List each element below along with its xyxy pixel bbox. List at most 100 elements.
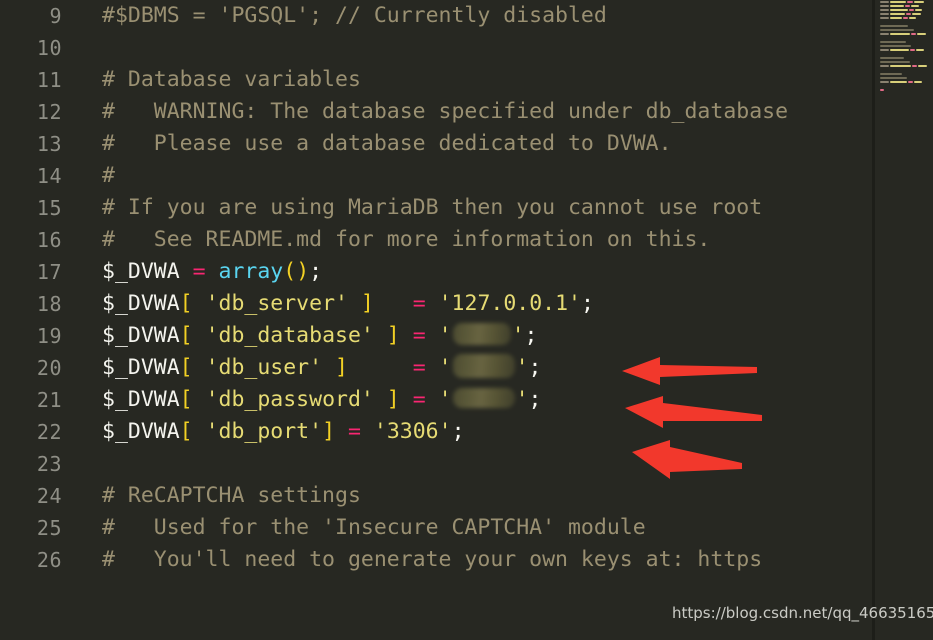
code-token: ]: [322, 419, 336, 444]
code-token: #: [102, 163, 115, 188]
minimap-segment: [915, 8, 922, 12]
code-token: =: [412, 291, 426, 316]
line-number: 26: [36, 548, 62, 572]
code-line-text: # If you are using MariaDB then you cann…: [102, 192, 762, 224]
code-lines-container[interactable]: 9 #$DBMS = 'PGSQL'; // Currently disabled…: [0, 0, 872, 576]
code-line-text: $_DVWA[ 'db_port'] = '3306';: [102, 416, 465, 448]
line-number: 18: [36, 292, 62, 316]
code-token: =: [412, 355, 426, 380]
code-line[interactable]: 18 $_DVWA[ 'db_server' ] = '127.0.0.1';: [0, 288, 872, 320]
minimap-segment: [890, 16, 902, 20]
code-token: =: [412, 323, 426, 348]
code-line[interactable]: 23: [0, 448, 872, 480]
minimap-segment: [911, 4, 919, 8]
minimap-segment: [890, 4, 904, 8]
code-line[interactable]: 15 # If you are using MariaDB then you ca…: [0, 192, 872, 224]
code-token: =: [412, 387, 426, 412]
code-token: $_DVWA: [102, 259, 193, 284]
code-line[interactable]: 13 # Please use a database dedicated to D…: [0, 128, 872, 160]
minimap-segment: [890, 32, 910, 36]
line-number: 12: [36, 100, 62, 124]
code-line[interactable]: 16 # See README.md for more information o…: [0, 224, 872, 256]
line-number: 13: [36, 132, 62, 156]
code-token: 'db_database': [192, 323, 387, 348]
code-editor-screenshot: 9 #$DBMS = 'PGSQL'; // Currently disabled…: [0, 0, 933, 640]
code-token: array: [218, 259, 284, 284]
code-line-text: # Used for the 'Insecure CAPTCHA' module: [102, 512, 646, 544]
code-line[interactable]: 20 $_DVWA[ 'db_user' ] = ' ';: [0, 352, 872, 384]
code-token: $_DVWA: [102, 387, 180, 412]
csdn-blog-watermark: https://blog.csdn.net/qq_46635165: [672, 604, 933, 622]
minimap-segment: [880, 76, 907, 80]
minimap-segment: [911, 32, 916, 36]
minimap-segment: [914, 80, 922, 84]
line-number: 9: [49, 4, 62, 28]
code-line-text: # WARNING: The database specified under …: [102, 96, 788, 128]
code-line[interactable]: 10: [0, 32, 872, 64]
minimap-segment: [880, 44, 911, 48]
code-token: ;: [528, 355, 542, 380]
code-line[interactable]: 24 # ReCAPTCHA settings: [0, 480, 872, 512]
code-line[interactable]: 14 #: [0, 160, 872, 192]
code-token: ': [438, 387, 452, 412]
minimap-segment: [880, 60, 910, 64]
line-number: 21: [36, 388, 62, 412]
redacted-value: [452, 323, 511, 345]
code-line[interactable]: 17 $_DVWA = array();: [0, 256, 872, 288]
code-token: ': [515, 387, 529, 412]
editor-pane[interactable]: 9 #$DBMS = 'PGSQL'; // Currently disabled…: [0, 0, 872, 640]
code-token: =: [347, 419, 361, 444]
code-line-text: $_DVWA[ 'db_database' ] = ' ';: [102, 320, 537, 352]
minimap-segment: [880, 40, 906, 44]
code-line[interactable]: 26 # You'll need to generate your own key…: [0, 544, 872, 576]
code-token: ': [515, 355, 529, 380]
minimap-segment: [880, 56, 904, 60]
code-token: $_DVWA: [102, 291, 180, 316]
minimap-segment: [890, 8, 908, 12]
minimap-segment: [880, 80, 889, 84]
minimap-segment: [909, 8, 914, 12]
minimap-segment: [890, 48, 909, 52]
code-line-text: # Database variables: [102, 64, 361, 96]
code-line[interactable]: 21 $_DVWA[ 'db_password' ] = ' ';: [0, 384, 872, 416]
code-token: ': [511, 323, 525, 348]
line-number: 16: [36, 228, 62, 252]
code-token: =: [192, 259, 206, 284]
minimap-segment: [880, 4, 889, 8]
code-line[interactable]: 9 #$DBMS = 'PGSQL'; // Currently disabled: [0, 0, 872, 32]
minimap-segment: [880, 32, 889, 36]
code-token: ;: [451, 419, 465, 444]
code-token: $_DVWA: [102, 323, 180, 348]
minimap-segment: [903, 16, 908, 20]
code-token: [: [179, 387, 193, 412]
code-line-text: $_DVWA = array();: [102, 256, 322, 288]
code-line-text: # You'll need to generate your own keys …: [102, 544, 762, 576]
code-line[interactable]: 19 $_DVWA[ 'db_database' ] = ' ';: [0, 320, 872, 352]
minimap-segment: [914, 0, 924, 4]
code-line[interactable]: 25 # Used for the 'Insecure CAPTCHA' modu…: [0, 512, 872, 544]
line-number: 15: [36, 196, 62, 220]
editor-minimap[interactable]: [872, 0, 933, 640]
code-token: # Used for the 'Insecure CAPTCHA' module: [102, 515, 646, 540]
code-line-text: #$DBMS = 'PGSQL'; // Currently disabled: [102, 0, 607, 32]
code-token: 'db_server': [192, 291, 361, 316]
minimap-segment: [912, 64, 917, 68]
minimap-segment: [917, 32, 926, 36]
minimap-segment: [880, 88, 884, 92]
minimap-segment: [906, 12, 911, 16]
line-number: 25: [36, 516, 62, 540]
minimap-segment: [890, 12, 905, 16]
code-line[interactable]: 12 # WARNING: The database specified unde…: [0, 96, 872, 128]
code-line-text: $_DVWA[ 'db_user' ] = ' ';: [102, 352, 541, 384]
code-token: 'db_user': [192, 355, 336, 380]
code-token: ;: [524, 323, 538, 348]
minimap-segment: [880, 0, 889, 4]
minimap-row: [875, 88, 933, 92]
code-line[interactable]: 11 # Database variables: [0, 64, 872, 96]
minimap-segment: [918, 64, 927, 68]
code-line[interactable]: 22 $_DVWA[ 'db_port'] = '3306';: [0, 416, 872, 448]
line-number: 14: [36, 164, 62, 188]
